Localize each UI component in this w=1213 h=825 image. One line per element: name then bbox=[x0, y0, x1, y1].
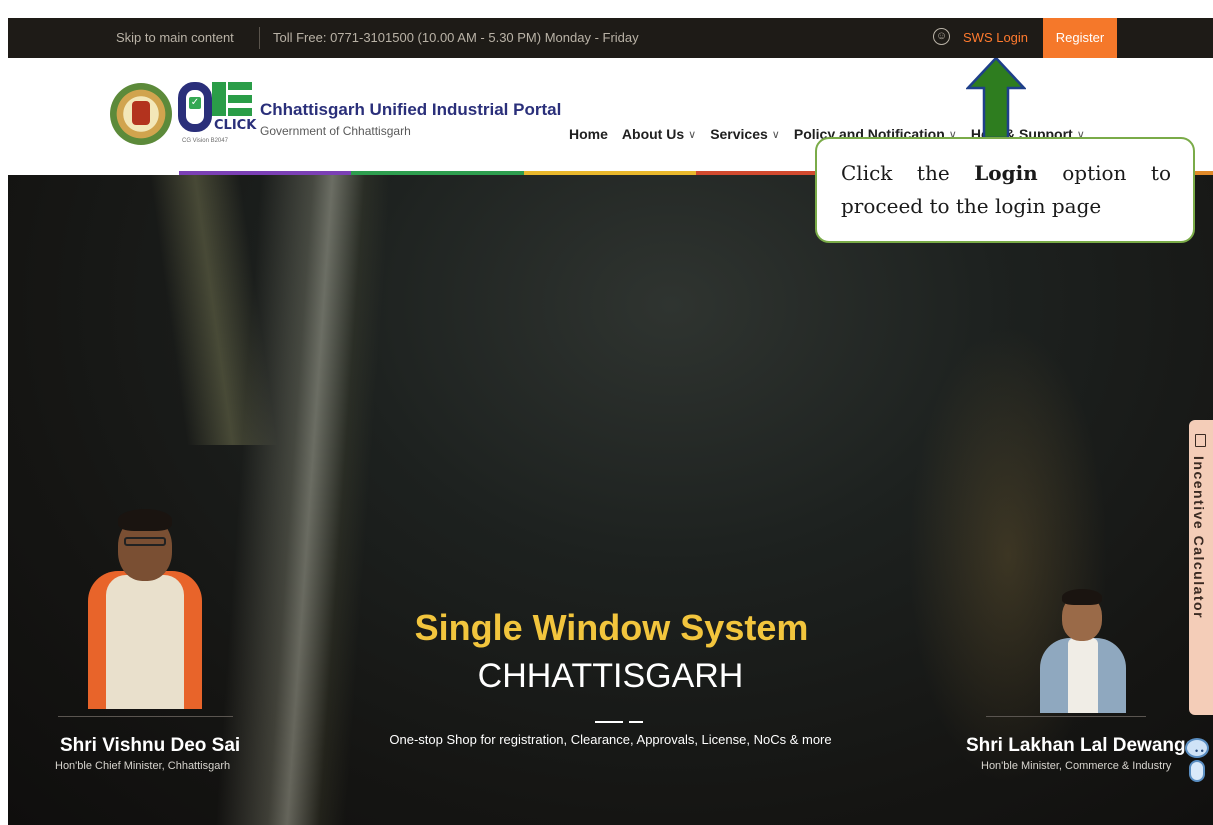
hero-description: One-stop Shop for registration, Clearanc… bbox=[8, 732, 1213, 747]
top-utility-bar: Skip to main content Toll Free: 0771-310… bbox=[8, 18, 1213, 58]
chevron-down-icon: ∨ bbox=[771, 128, 780, 141]
instruction-callout: Click the Login option to proceed to the… bbox=[815, 137, 1195, 243]
chevron-down-icon: ∨ bbox=[688, 128, 697, 141]
incentive-calculator-tab[interactable]: Incentive Calculator bbox=[1189, 420, 1213, 715]
chief-minister-role: Hon'ble Chief Minister, Chhattisgarh bbox=[55, 760, 231, 772]
portal-title[interactable]: Chhattisgarh Unified Industrial Portal bbox=[260, 100, 561, 120]
one-click-logo[interactable]: ✓ CLICK CG Vision B2047 bbox=[178, 80, 264, 150]
logo-e-bar bbox=[228, 108, 252, 116]
chatbot-body bbox=[1189, 760, 1205, 782]
hero-dash-decoration bbox=[595, 713, 649, 731]
state-emblem-logo bbox=[110, 83, 172, 145]
hero-banner: Shri Vishnu Deo Sai Hon'ble Chief Minist… bbox=[8, 175, 1213, 825]
hero-state-text: CHHATTISGARH bbox=[477, 657, 744, 695]
check-icon: ✓ bbox=[189, 97, 201, 109]
minister-divider bbox=[986, 716, 1146, 717]
nav-item-label: Services bbox=[710, 126, 768, 142]
topbar-divider bbox=[259, 27, 260, 49]
nav-item-about-us[interactable]: About Us ∨ bbox=[622, 126, 696, 142]
callout-bold: Login bbox=[974, 161, 1038, 185]
hero-description-text: One-stop Shop for registration, Clearanc… bbox=[389, 732, 832, 747]
up-arrow-annotation bbox=[966, 58, 1026, 138]
hero-title: Single Window System bbox=[8, 607, 1213, 649]
logo-e-bar bbox=[228, 82, 252, 90]
logo-e-bar bbox=[228, 95, 252, 103]
nav-item-home[interactable]: Home bbox=[569, 126, 608, 142]
logo-n-shape bbox=[212, 82, 226, 116]
nav-item-services[interactable]: Services ∨ bbox=[710, 126, 780, 142]
portal-subtitle: Government of Chhattisgarh bbox=[260, 124, 411, 138]
chatbot-robot-icon[interactable]: • • bbox=[1183, 738, 1211, 788]
minister-divider bbox=[58, 716, 233, 717]
toll-free-info: Toll Free: 0771-3101500 (10.00 AM - 5.30… bbox=[273, 30, 639, 45]
logo-tagline: CG Vision B2047 bbox=[182, 138, 228, 144]
callout-prefix: Click the bbox=[841, 161, 975, 185]
chatbot-head: • • bbox=[1185, 738, 1209, 758]
register-button[interactable]: Register bbox=[1043, 18, 1117, 58]
nav-item-label: About Us bbox=[621, 126, 685, 142]
hero-title-text: Single Window System bbox=[414, 607, 809, 648]
logo-click-word: CLICK bbox=[214, 118, 257, 133]
accessibility-icon[interactable]: ☺ bbox=[933, 28, 950, 45]
sws-login-link[interactable]: SWS Login bbox=[963, 30, 1028, 45]
nav-item-label: Home bbox=[569, 126, 608, 142]
skip-to-main-link[interactable]: Skip to main content bbox=[116, 30, 234, 45]
commerce-minister-role: Hon'ble Minister, Commerce & Industry bbox=[981, 760, 1172, 772]
incentive-calculator-label: Incentive Calculator bbox=[1191, 456, 1207, 620]
hero-state: CHHATTISGARH bbox=[8, 657, 1213, 696]
calculator-icon bbox=[1195, 434, 1206, 447]
